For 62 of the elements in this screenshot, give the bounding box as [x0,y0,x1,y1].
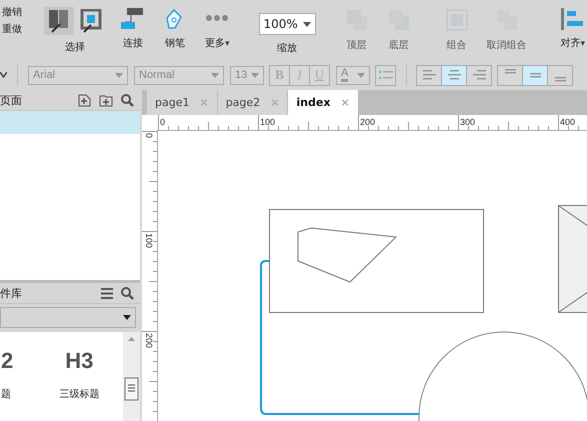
redo-button[interactable]: 重做 [2,22,22,36]
search-icon[interactable] [121,94,134,107]
image-placeholder[interactable] [558,205,587,313]
ruler-label: 200 [144,333,154,348]
connector-icon[interactable] [121,8,145,30]
panel-title: 页面 [0,92,22,108]
ruler-label: 0 [160,117,166,127]
align-icon[interactable] [560,8,585,30]
connector-line[interactable] [260,260,419,415]
caret-icon[interactable]: ▾ [225,39,230,49]
align-top-button[interactable] [497,64,523,86]
align-center-icon [448,70,460,80]
intersect-select-button[interactable] [44,7,74,35]
search-icon[interactable] [121,286,134,300]
dropdown-caret-icon [211,72,219,78]
align-right-button[interactable] [466,64,492,86]
page-tab[interactable]: page1 × [147,90,218,115]
add-folder-icon[interactable] [99,94,113,107]
bullet-list-icon [378,70,392,80]
bullet-list-button[interactable] [375,64,396,86]
heading-preview[interactable]: 2 [1,348,14,374]
menu-icon[interactable] [101,288,113,299]
dropdown-caret-icon [357,72,365,78]
align-right-icon [472,70,486,80]
page-tab[interactable]: index × [288,90,359,115]
dropdown-caret-icon [302,22,311,26]
page-tab[interactable]: page2 × [218,90,288,115]
zoom-label: 缩放 [277,42,298,55]
align-top-icon [504,68,516,74]
ruler-label: 100 [260,117,276,127]
tool-label[interactable]: 更多 [205,38,225,49]
align-middle-button[interactable] [522,64,548,86]
align-center-button[interactable] [441,64,467,86]
rectangle-shape[interactable] [269,209,484,313]
align-middle-icon [530,72,540,78]
align-bottom-button[interactable] [547,64,573,86]
tool-label[interactable]: 钢笔 [165,36,185,50]
zoom-dropdown[interactable]: 100% [258,13,316,35]
dropdown-caret-icon [251,72,259,78]
ruler-label: 200 [360,117,376,127]
polygon-shape[interactable] [298,228,398,283]
panel-title: 件库 [0,286,22,301]
ruler-label: 100 [144,233,154,248]
ruler-label: 300 [460,117,476,127]
widget-label[interactable]: 题 [1,387,11,401]
align-bottom-icon [554,76,566,82]
tool-label[interactable]: 对齐 [560,38,581,49]
align-left-button[interactable] [416,64,442,86]
tool-label[interactable]: 连接 [123,36,143,50]
dropdown-caret-icon [115,72,123,78]
design-canvas[interactable]: 0 100 200 300 400 0 100 200 [142,115,587,421]
heading-preview[interactable]: H3 [65,348,94,374]
add-page-icon[interactable] [78,94,91,107]
ruler-label: 0 [144,133,154,138]
dropdown-caret-icon [123,315,131,320]
align-left-icon [422,70,436,80]
undo-button[interactable]: 撤销 [2,5,22,19]
select-label: 选择 [65,40,85,54]
widget-label[interactable]: 三级标题 [59,387,100,401]
ruler-label: 400 [560,117,576,127]
caret-icon[interactable]: ▾ [580,39,586,49]
chevron-icon[interactable] [0,72,7,78]
